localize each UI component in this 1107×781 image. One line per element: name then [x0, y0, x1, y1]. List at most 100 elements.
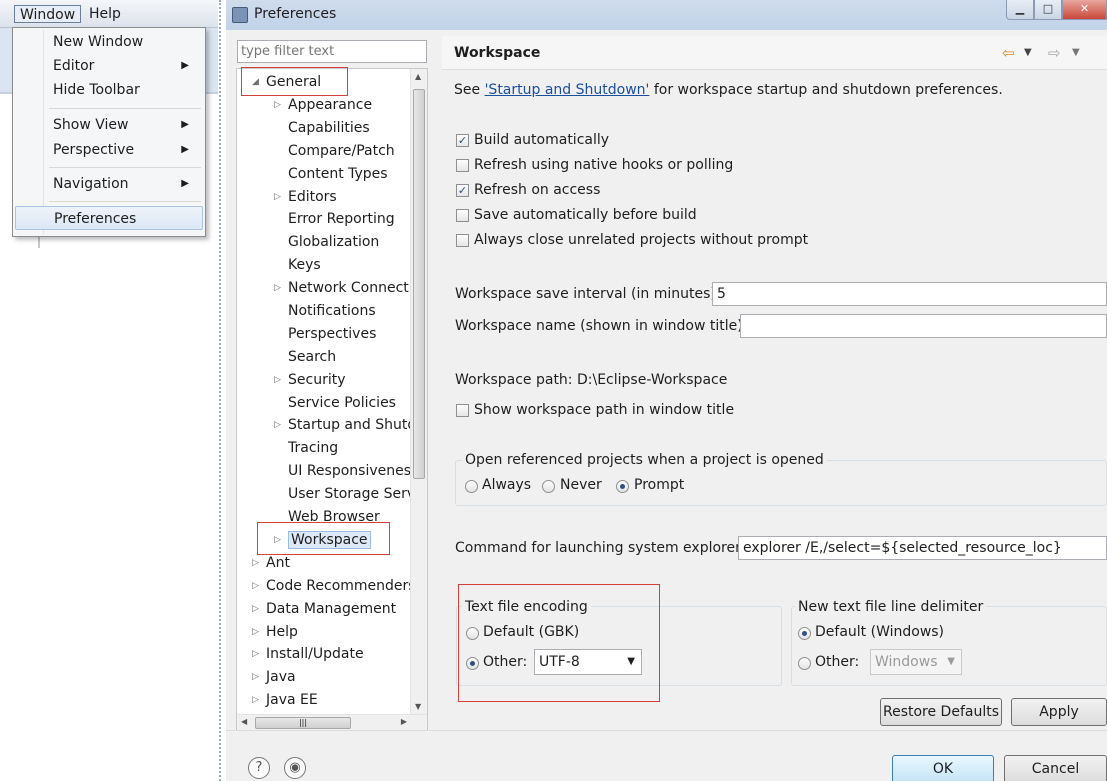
- tree-item[interactable]: Service Policies: [288, 392, 396, 414]
- tree-item[interactable]: Keys: [288, 254, 321, 276]
- tree-collapsed-icon[interactable]: ▷: [252, 598, 259, 620]
- show-path-checkbox[interactable]: [456, 404, 469, 417]
- workspace-name-input[interactable]: [740, 314, 1107, 338]
- tree-item[interactable]: Search: [288, 346, 336, 368]
- menu-item-navigation[interactable]: Navigation ▶: [15, 172, 203, 196]
- highlight-encoding: [458, 584, 660, 702]
- tree-collapsed-icon[interactable]: ▷: [252, 621, 259, 643]
- dialog-title: Preferences: [254, 6, 337, 22]
- forward-menu-icon[interactable]: ▼: [1072, 47, 1080, 58]
- apply-button[interactable]: Apply: [1011, 698, 1107, 726]
- save-before-build-checkbox[interactable]: [456, 209, 469, 222]
- menu-item-editor[interactable]: Editor ▶: [15, 54, 203, 78]
- back-menu-icon[interactable]: ▼: [1024, 47, 1032, 58]
- open-ref-always-radio[interactable]: [465, 480, 478, 493]
- import-export-icon[interactable]: ◉: [284, 757, 306, 779]
- maximize-button[interactable]: □: [1034, 0, 1062, 20]
- page-header: Workspace ⇦ ▼ ⇨ ▼: [442, 36, 1107, 70]
- tree-collapsed-icon[interactable]: ▷: [274, 369, 281, 391]
- tree-collapsed-icon[interactable]: ▷: [274, 414, 281, 436]
- tree-item[interactable]: Compare/Patch: [288, 140, 395, 162]
- submenu-arrow-icon: ▶: [181, 60, 189, 71]
- tree-item[interactable]: ▷ Help: [252, 621, 298, 643]
- tree-item[interactable]: ▷ Data Management: [252, 598, 396, 620]
- back-arrow-icon[interactable]: ⇦: [1002, 44, 1015, 62]
- tree-item[interactable]: ▷ Security: [274, 369, 346, 391]
- always-close-checkbox[interactable]: [456, 234, 469, 247]
- refresh-native-checkbox[interactable]: [456, 159, 469, 172]
- tree-collapsed-icon[interactable]: ▷: [274, 94, 281, 116]
- menu-item-show-view[interactable]: Show View ▶: [15, 113, 203, 137]
- tree-collapsed-icon[interactable]: ▷: [252, 643, 259, 665]
- scrollbar-thumb[interactable]: |||: [255, 717, 351, 729]
- scroll-left-icon[interactable]: ◀: [241, 717, 247, 726]
- delimiter-select-value: Windows: [875, 654, 938, 670]
- delimiter-default-radio[interactable]: [798, 627, 811, 640]
- menu-separator: [49, 201, 201, 202]
- open-ref-prompt-radio[interactable]: [616, 480, 629, 493]
- tree-item[interactable]: Error Reporting: [288, 208, 395, 230]
- scroll-down-icon[interactable]: ▼: [415, 702, 421, 711]
- minimize-button[interactable]: ▁: [1006, 0, 1034, 20]
- menu-item-perspective[interactable]: Perspective ▶: [15, 138, 203, 162]
- open-ref-never-radio[interactable]: [542, 480, 555, 493]
- tree-item[interactable]: ▷ Ant: [252, 552, 290, 574]
- refresh-native-label: Refresh using native hooks or polling: [474, 157, 734, 173]
- build-automatically-checkbox[interactable]: ✓: [456, 134, 469, 147]
- page-title: Workspace: [454, 45, 541, 61]
- highlight-general: [241, 67, 348, 96]
- close-button[interactable]: ✕: [1062, 0, 1107, 20]
- tree-collapsed-icon[interactable]: ▷: [274, 186, 281, 208]
- explorer-command-input[interactable]: [738, 536, 1107, 560]
- tree-item[interactable]: Tracing: [288, 437, 338, 459]
- menu-item-hide-toolbar[interactable]: Hide Toolbar: [15, 78, 203, 102]
- tree-item-label: User Storage Serv: [288, 486, 416, 502]
- menu-item-label: Preferences: [54, 211, 137, 227]
- help-icon[interactable]: ?: [248, 757, 270, 779]
- delimiter-other-radio[interactable]: [798, 657, 811, 670]
- menu-help[interactable]: Help: [84, 5, 126, 23]
- tree-collapsed-icon[interactable]: ▷: [252, 552, 259, 574]
- tree-item[interactable]: ▷ Java EE: [252, 689, 318, 711]
- open-ref-prompt-label: Prompt: [634, 477, 685, 493]
- panel-sash[interactable]: [434, 40, 438, 730]
- tree-horizontal-scrollbar[interactable]: ◀ ||| ▶: [237, 714, 427, 731]
- tree-item[interactable]: ▷ Code Recommenders: [252, 575, 416, 597]
- tree-item[interactable]: UI Responsiveness: [288, 460, 418, 482]
- filter-input[interactable]: [237, 40, 427, 63]
- startup-shutdown-link[interactable]: 'Startup and Shutdown': [485, 82, 650, 98]
- tree-item[interactable]: Notifications: [288, 300, 376, 322]
- scroll-up-icon[interactable]: ▲: [415, 72, 421, 81]
- tree-item[interactable]: Capabilities: [288, 117, 370, 139]
- tree-collapsed-icon[interactable]: ▷: [274, 277, 281, 299]
- tree-item[interactable]: Content Types: [288, 163, 388, 185]
- ok-button[interactable]: OK: [892, 755, 994, 781]
- save-interval-input[interactable]: [712, 282, 1107, 306]
- tree-item[interactable]: Perspectives: [288, 323, 376, 345]
- tree-item[interactable]: ▷ Network Connecti: [274, 277, 413, 299]
- tree-collapsed-icon[interactable]: ▷: [252, 689, 259, 711]
- tree-item[interactable]: User Storage Serv: [288, 483, 415, 505]
- submenu-arrow-icon: ▶: [181, 119, 189, 130]
- tree-collapsed-icon[interactable]: ▷: [252, 575, 259, 597]
- refresh-access-checkbox[interactable]: ✓: [456, 184, 469, 197]
- delimiter-select[interactable]: Windows ▼: [870, 649, 962, 675]
- cancel-button[interactable]: Cancel: [1004, 755, 1107, 781]
- menu-window[interactable]: Window: [14, 5, 82, 23]
- tree-item[interactable]: ▷ Editors: [274, 186, 337, 208]
- tree-item[interactable]: ▷ Startup and Shutd: [274, 414, 416, 436]
- tree-item[interactable]: ▷ Appearance: [274, 94, 372, 116]
- menu-item-preferences[interactable]: Preferences: [15, 206, 203, 230]
- tree-vertical-scrollbar[interactable]: ▲ ▼: [410, 69, 427, 714]
- menu-item-new-window[interactable]: New Window: [15, 30, 203, 54]
- forward-arrow-icon[interactable]: ⇨: [1048, 44, 1061, 62]
- tree-item[interactable]: Globalization: [288, 231, 379, 253]
- menu-item-label: Navigation: [53, 176, 129, 192]
- tree-collapsed-icon[interactable]: ▷: [252, 666, 259, 688]
- tree-item[interactable]: ▷ Java: [252, 666, 296, 688]
- see-text: See 'Startup and Shutdown' for workspace…: [454, 82, 1003, 98]
- scrollbar-thumb[interactable]: [413, 89, 425, 479]
- tree-item[interactable]: ▷ Install/Update: [252, 643, 364, 665]
- restore-defaults-button[interactable]: Restore Defaults: [880, 698, 1002, 726]
- scroll-right-icon[interactable]: ▶: [401, 717, 407, 726]
